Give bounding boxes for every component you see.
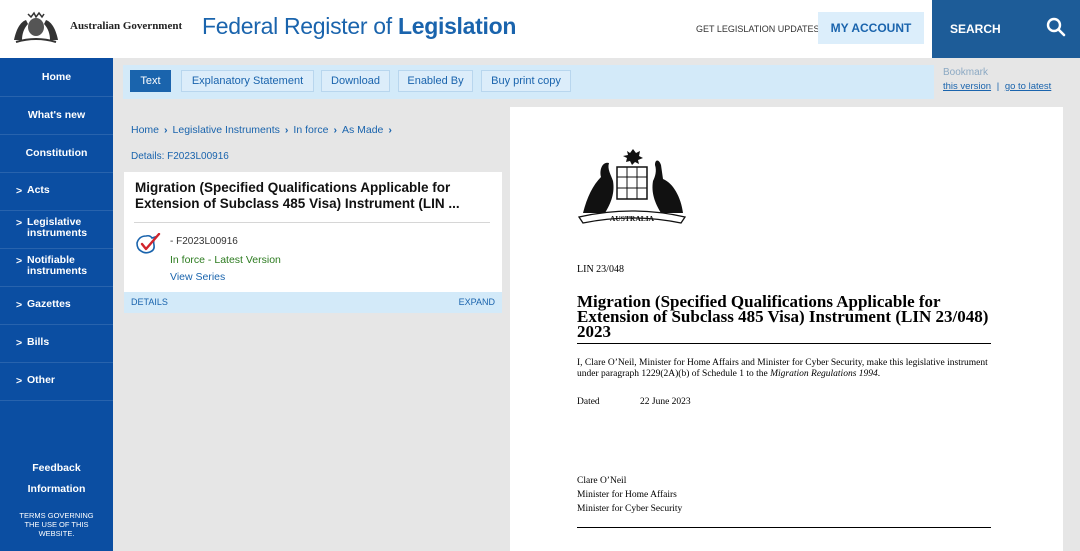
tab-download[interactable]: Download bbox=[321, 70, 390, 92]
government-label: Australian Government bbox=[70, 20, 183, 32]
site-title-bold: Legislation bbox=[397, 13, 517, 39]
breadcrumb-item[interactable]: Home bbox=[131, 124, 159, 136]
sidebar-item-constitution[interactable]: Constitution bbox=[0, 134, 113, 173]
site-header: Australian Government Federal Register o… bbox=[0, 0, 1080, 58]
document-toolbar: Text Explanatory Statement Download Enab… bbox=[123, 65, 934, 99]
breadcrumb-item[interactable]: Legislative Instruments bbox=[173, 124, 280, 136]
site-title[interactable]: Federal Register of Legislation bbox=[202, 13, 516, 40]
card-divider bbox=[134, 222, 490, 223]
sidebar: Home What's new Constitution > Acts > Le… bbox=[0, 58, 113, 551]
sidebar-item-label: Home bbox=[41, 71, 72, 83]
sidebar-item-label: Other bbox=[27, 374, 56, 386]
details-id: Details: F2023L00916 bbox=[131, 151, 229, 162]
this-version-link[interactable]: this version bbox=[943, 81, 991, 92]
body-end: . bbox=[877, 369, 881, 379]
document-body: I, Clare O’Neil, Minister for Home Affai… bbox=[577, 358, 991, 380]
breadcrumb-item[interactable]: As Made bbox=[342, 124, 383, 136]
sidebar-item-home[interactable]: Home bbox=[0, 58, 113, 97]
breadcrumb-separator-icon: › bbox=[164, 124, 168, 136]
sidebar-item-acts[interactable]: > Acts bbox=[0, 172, 113, 211]
view-series-link[interactable]: View Series bbox=[170, 271, 225, 283]
breadcrumb-separator-icon: › bbox=[388, 124, 392, 136]
signatory-role: Minister for Cyber Security bbox=[577, 504, 683, 514]
terms-link[interactable]: TERMS GOVERNING THE USE OF THIS WEBSITE. bbox=[0, 511, 113, 538]
tab-buy-print-copy[interactable]: Buy print copy bbox=[481, 70, 571, 92]
sidebar-item-label: Bills bbox=[27, 336, 50, 348]
chevron-right-icon: > bbox=[16, 375, 23, 387]
crest-label: AUSTRALIA bbox=[610, 214, 655, 223]
go-to-latest-link[interactable]: go to latest bbox=[1005, 81, 1051, 92]
sidebar-item-other[interactable]: > Other bbox=[0, 362, 113, 401]
sidebar-item-label: Legislative instruments bbox=[27, 216, 88, 239]
card-title: Migration (Specified Qualifications Appl… bbox=[135, 180, 460, 211]
coat-of-arms-icon: AUSTRALIA bbox=[577, 149, 687, 224]
breadcrumb-separator-icon: › bbox=[284, 124, 289, 136]
sidebar-item-label: Gazettes bbox=[27, 298, 71, 310]
chevron-right-icon: > bbox=[16, 337, 23, 349]
chevron-right-icon: > bbox=[16, 255, 23, 267]
dated-value: 22 June 2023 bbox=[640, 397, 691, 407]
sidebar-item-label: Constitution bbox=[25, 147, 88, 159]
bookmark-divider: | bbox=[996, 81, 1000, 92]
title-rule bbox=[577, 343, 991, 344]
sidebar-item-legislative-instruments[interactable]: > Legislative instruments bbox=[0, 210, 113, 249]
tab-enabled-by[interactable]: Enabled By bbox=[398, 70, 473, 92]
sidebar-item-gazettes[interactable]: > Gazettes bbox=[0, 286, 113, 325]
card-register-id: - F2023L00916 bbox=[170, 236, 238, 247]
site-title-prefix: Federal Register of bbox=[202, 13, 398, 39]
document-viewer: AUSTRALIA LIN 23/048 Migration (Specifie… bbox=[510, 107, 1063, 551]
information-link[interactable]: Information bbox=[0, 483, 113, 495]
feedback-link[interactable]: Feedback bbox=[0, 462, 113, 474]
tab-text[interactable]: Text bbox=[130, 70, 171, 92]
card-footer: DETAILS EXPAND bbox=[124, 292, 502, 313]
breadcrumb-separator-icon: › bbox=[333, 124, 337, 136]
search-label: SEARCH bbox=[950, 22, 1001, 36]
tab-explanatory-statement[interactable]: Explanatory Statement bbox=[181, 70, 314, 92]
breadcrumb-item[interactable]: In force bbox=[293, 124, 328, 136]
sidebar-item-bills[interactable]: > Bills bbox=[0, 324, 113, 363]
get-legislation-updates-link[interactable]: GET LEGISLATION UPDATES bbox=[696, 24, 820, 34]
sidebar-item-label: What's new bbox=[27, 109, 86, 121]
sidebar-item-label: Acts bbox=[27, 184, 50, 196]
signatory-role: Minister for Home Affairs bbox=[577, 490, 677, 500]
sidebar-item-label: Notifiable instruments bbox=[27, 254, 88, 277]
document-reference: LIN 23/048 bbox=[577, 264, 624, 275]
document-title: Migration (Specified Qualifications Appl… bbox=[577, 292, 989, 341]
sidebar-item-whats-new[interactable]: What's new bbox=[0, 96, 113, 135]
my-account-button[interactable]: MY ACCOUNT bbox=[818, 12, 924, 44]
chevron-right-icon: > bbox=[16, 299, 23, 311]
details-toggle[interactable]: DETAILS bbox=[131, 297, 168, 307]
expand-button[interactable]: EXPAND bbox=[459, 297, 495, 307]
body-italic: Migration Regulations 1994 bbox=[770, 369, 878, 379]
status-badge: In force - Latest Version bbox=[170, 254, 281, 266]
breadcrumb: Home › Legislative Instruments › In force › As… bbox=[131, 124, 397, 136]
coat-of-arms-icon[interactable] bbox=[10, 10, 62, 46]
sidebar-item-notifiable-instruments[interactable]: > Notifiable instruments bbox=[0, 248, 113, 287]
chevron-right-icon: > bbox=[16, 185, 23, 197]
in-force-check-icon bbox=[136, 233, 161, 254]
bookmark-label: Bookmark bbox=[943, 67, 989, 78]
dated-label: Dated bbox=[577, 397, 600, 407]
search-icon bbox=[1046, 17, 1066, 37]
details-card: Migration (Specified Qualifications Appl… bbox=[124, 172, 502, 313]
chevron-right-icon: > bbox=[16, 217, 23, 229]
search-button[interactable]: SEARCH bbox=[932, 0, 1080, 58]
signature-rule bbox=[577, 527, 991, 528]
signatory-name: Clare O’Neil bbox=[577, 476, 627, 486]
bookmark-links: this version | go to latest bbox=[943, 81, 1051, 92]
